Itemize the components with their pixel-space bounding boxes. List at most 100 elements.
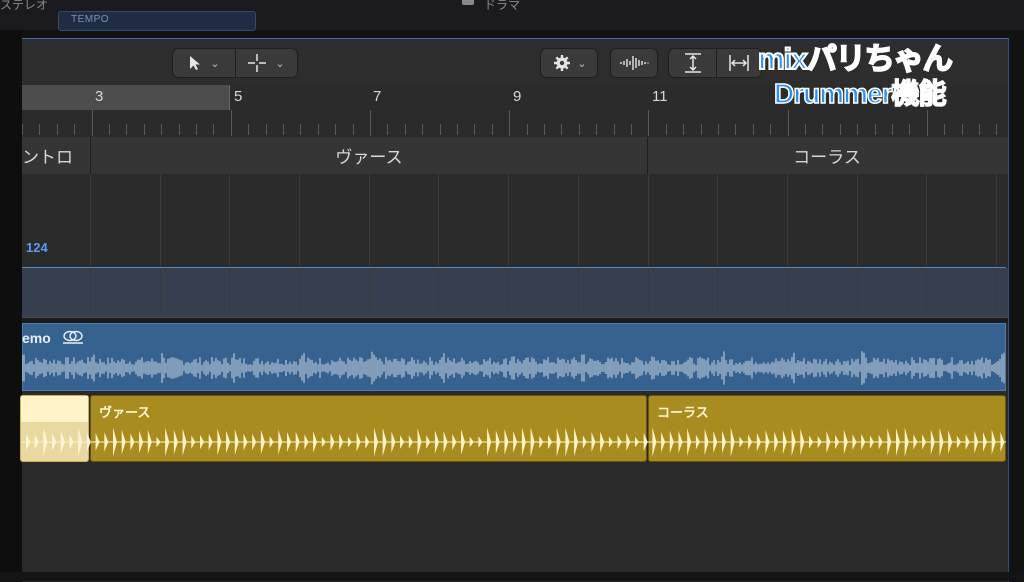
vertical-zoom-button[interactable]: [669, 49, 717, 77]
ruler-tick: [822, 124, 823, 135]
ruler-tick: [370, 110, 371, 136]
ruler-tick: [527, 124, 528, 135]
ruler-tick: [666, 124, 667, 135]
ruler-tick: [39, 124, 40, 135]
bar-number-3: 3: [95, 88, 104, 105]
ruler-tick: [92, 110, 93, 136]
waveform-icon: [620, 56, 649, 70]
pointer-tool-button[interactable]: ⌄: [173, 49, 236, 77]
loop-icon: [63, 330, 83, 344]
ruler-tick: [927, 110, 928, 136]
tempo-chip-label: TEMPO: [71, 14, 110, 25]
bottom-bar: [0, 572, 1024, 581]
arrangement-marker-chorus[interactable]: コーラス: [647, 137, 1006, 174]
grid-line: [926, 174, 927, 317]
window-title: ドラマ: [484, 0, 521, 12]
tempo-chip[interactable]: TEMPO: [58, 11, 256, 31]
drummer-region-header: [21, 396, 88, 422]
audio-region-name: emo: [22, 330, 51, 346]
ruler-tick: [422, 124, 423, 135]
bar-number-9: 9: [513, 88, 522, 105]
ruler-tick: [770, 124, 771, 135]
settings-button[interactable]: ⌄: [540, 48, 598, 78]
ruler-tick: [857, 124, 858, 135]
grid-line: [229, 174, 230, 317]
ruler-tick: [126, 124, 127, 135]
ruler-tick: [161, 124, 162, 135]
drummer-hits: [22, 427, 1006, 457]
ruler-tick: [840, 124, 841, 135]
ruler-tick: [474, 124, 475, 135]
arrangement-marker-verse[interactable]: ヴァース: [90, 137, 647, 174]
ruler-tick: [387, 124, 388, 135]
ruler-tick: [213, 124, 214, 135]
ruler-tick: [248, 124, 249, 135]
ruler-tick: [753, 124, 754, 135]
audio-waveform: [22, 351, 1005, 385]
ruler-tick: [109, 124, 110, 135]
tempo-value: 124: [26, 240, 48, 255]
arrangement-marker-label: ヴァース: [335, 148, 403, 167]
ruler-tick: [509, 110, 510, 136]
logo-line-2: Drummer機能: [773, 77, 947, 110]
ruler-tick: [909, 124, 910, 135]
ruler-tick: [596, 124, 597, 135]
overlay-logo: mixパリちゃん Drummer機能: [752, 34, 992, 110]
ruler-tick: [266, 124, 267, 135]
ruler-tick: [718, 124, 719, 135]
arrangement-marker-label: ントロ: [22, 148, 73, 167]
tempo-track[interactable]: [22, 174, 1008, 268]
gear-icon: [554, 55, 571, 71]
ruler-tick: [300, 124, 301, 135]
cycle-region[interactable]: [22, 85, 230, 110]
grid-line: [299, 174, 300, 317]
ruler-tick: [875, 124, 876, 135]
ruler-tick: [735, 124, 736, 135]
crosshair-tool-button[interactable]: ⌄: [235, 49, 297, 77]
ruler-tick: [648, 110, 649, 136]
ruler-tick: [22, 124, 23, 135]
waveform-button[interactable]: [610, 48, 658, 78]
ruler-tick: [196, 124, 197, 135]
ruler-tick: [492, 124, 493, 135]
grid-line: [438, 174, 439, 317]
drummer-region-label: ヴァース: [99, 405, 151, 420]
arrangement-marker-intro[interactable]: ントロ: [22, 137, 90, 174]
ruler-tick: [283, 124, 284, 135]
ruler-tick: [701, 124, 702, 135]
ruler-tick: [144, 124, 145, 135]
bar-number-7: 7: [373, 88, 382, 105]
grid-line: [508, 174, 509, 317]
ruler-tick: [440, 124, 441, 135]
ruler-tick: [457, 124, 458, 135]
grid-line: [160, 174, 161, 317]
ruler-tick: [544, 124, 545, 135]
zoom-controls: [668, 48, 762, 78]
ruler-tick: [561, 124, 562, 135]
tool-picker: ⌄ ⌄: [172, 48, 298, 78]
horizontal-zoom-icon: [728, 55, 749, 71]
grid-line: [717, 174, 718, 317]
ruler-tick: [892, 124, 893, 135]
ruler-tick: [614, 124, 615, 135]
pointer-icon: [190, 56, 201, 70]
left-edge: [0, 30, 22, 581]
ruler-tick: [579, 124, 580, 135]
bar-number-11: 11: [652, 88, 668, 105]
ruler-tick: [805, 124, 806, 135]
ruler-tick: [996, 124, 997, 135]
ruler-tick: [335, 124, 336, 135]
ruler-tick: [353, 124, 354, 135]
ruler-tick: [318, 124, 319, 135]
chevron-down-icon: ⌄: [210, 57, 220, 70]
chevron-down-icon: ⌄: [577, 57, 587, 70]
window-icon: [462, 0, 474, 5]
crosshair-icon: [248, 54, 267, 72]
grid-line: [369, 174, 370, 317]
tempo-curve[interactable]: [22, 267, 1006, 268]
ruler-tick: [979, 124, 980, 135]
ruler-tick: [631, 124, 632, 135]
empty-track-area: [22, 465, 1008, 572]
ruler-tick: [944, 124, 945, 135]
grid-line: [857, 174, 858, 317]
